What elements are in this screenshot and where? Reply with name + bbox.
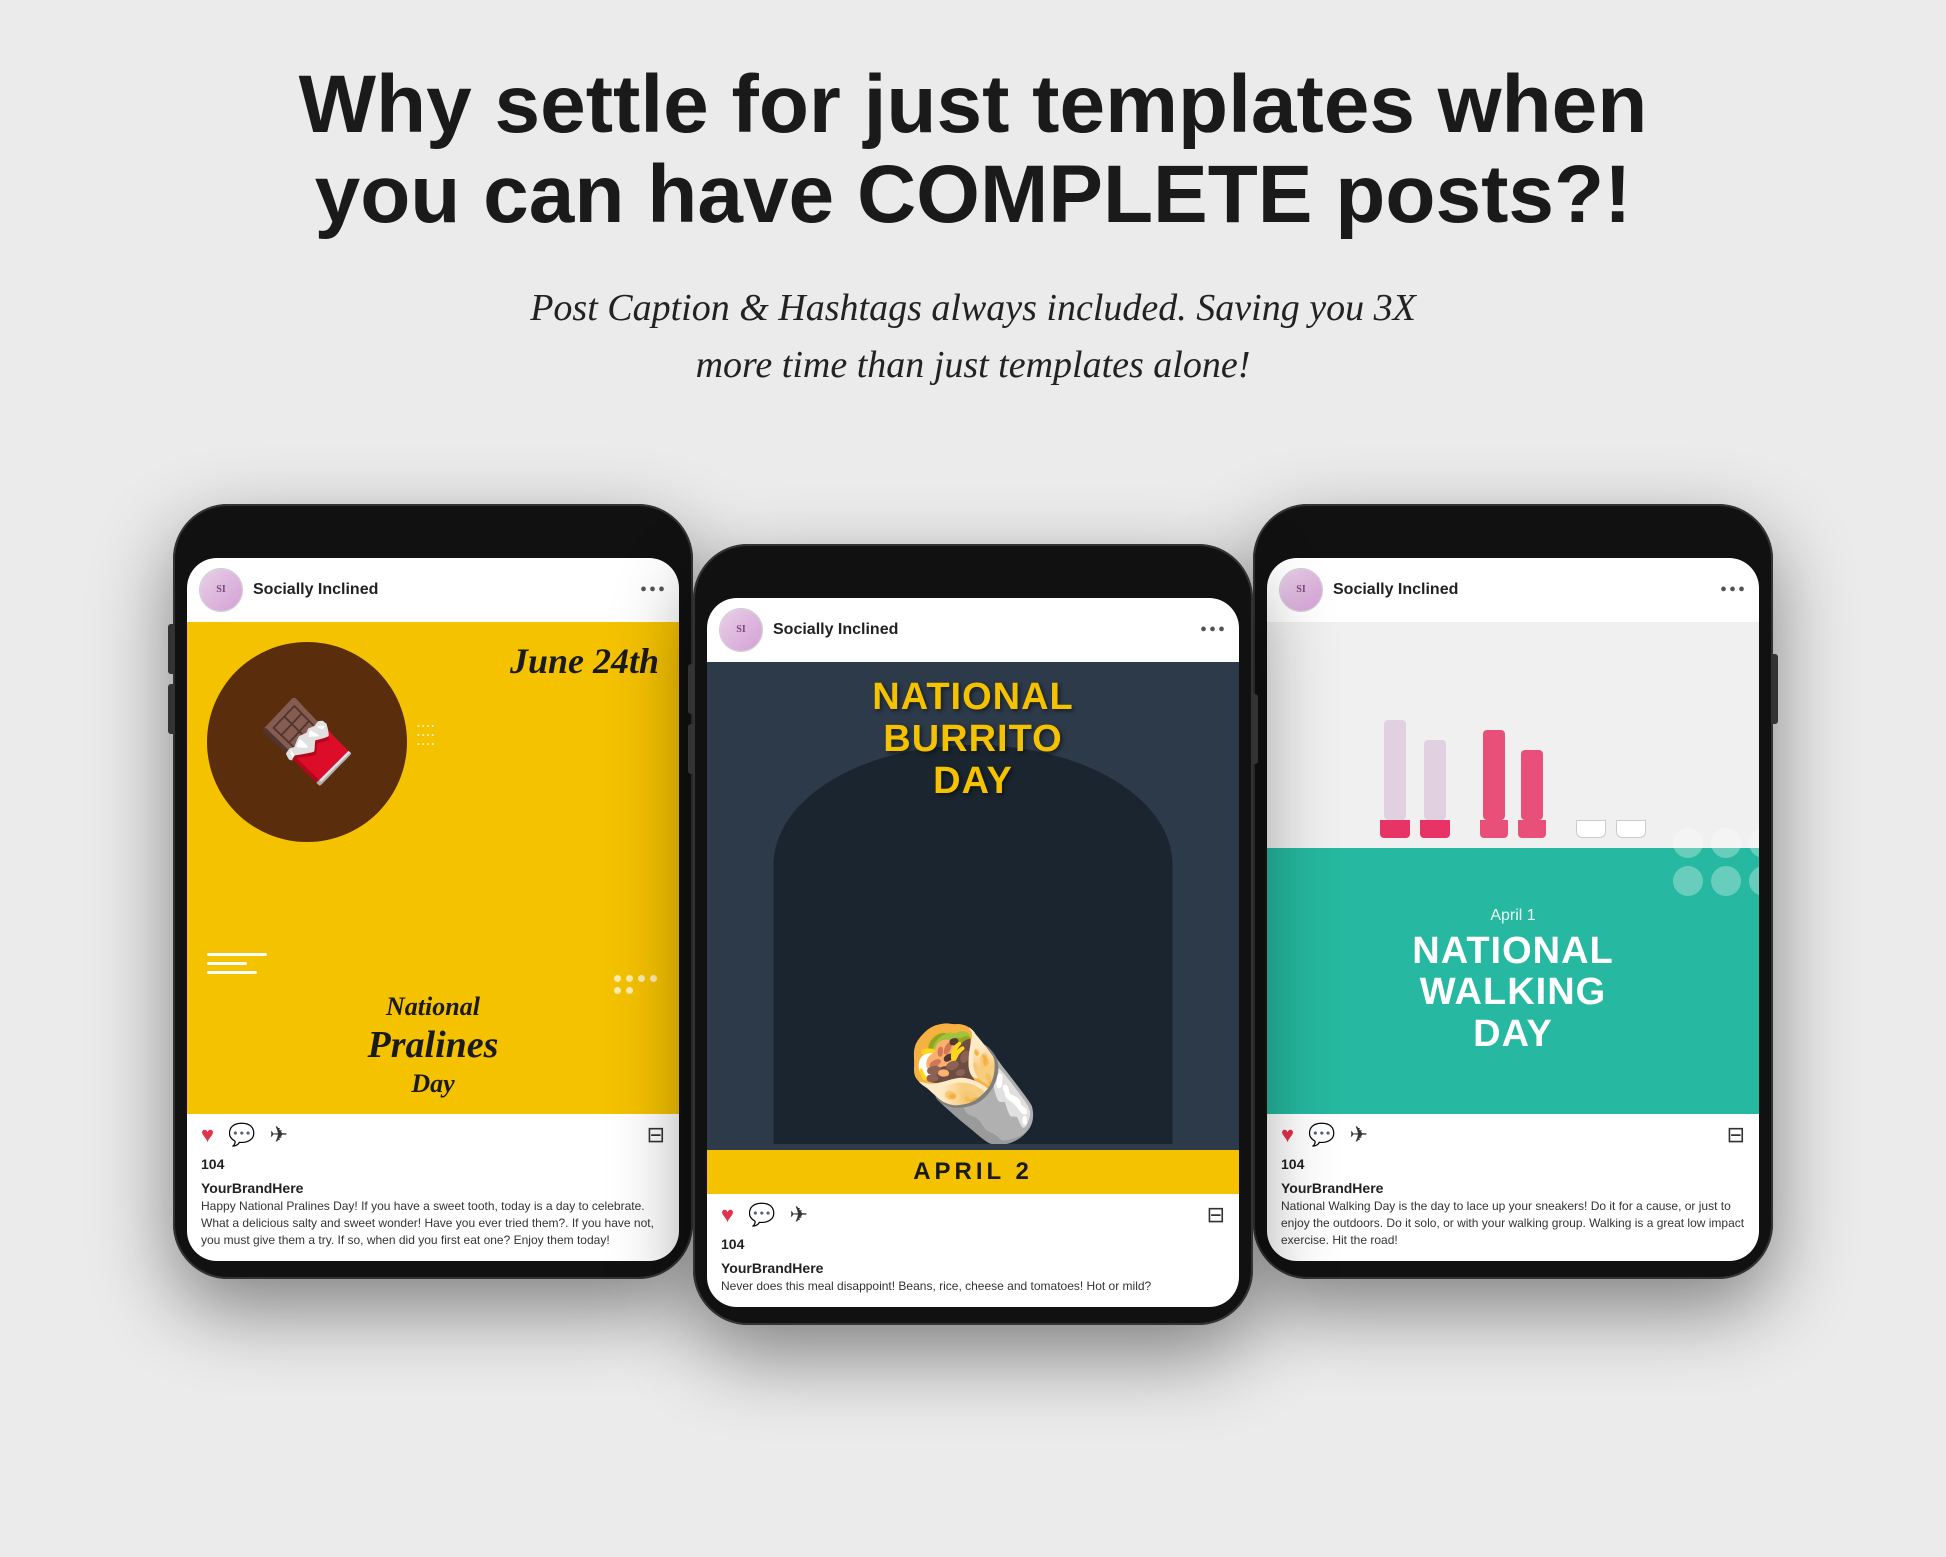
avatar-right: SI [1279, 568, 1323, 612]
subheadline: Post Caption & Hashtags always included.… [523, 280, 1423, 394]
ig-brand-mid: YourBrandHere [721, 1260, 1225, 1276]
heart-icon[interactable]: ♥ [201, 1122, 214, 1148]
ig-caption-text-mid: Never does this meal disappoint! Beans, … [721, 1278, 1225, 1295]
phone-volume-up [168, 624, 173, 674]
phone-power-button-mid [1253, 694, 1258, 764]
phone-notch-mid [893, 562, 1053, 590]
page-container: Why settle for just templates when you c… [0, 0, 1946, 1557]
ig-username-right: Socially Inclined [1333, 581, 1710, 599]
burrito-date: APRIL 2 [707, 1150, 1239, 1194]
walking-legs-figures [1380, 720, 1646, 848]
bookmark-icon-right[interactable]: ⊟ [1727, 1122, 1745, 1148]
walker-3 [1576, 725, 1646, 838]
walking-day-title: NATIONALWALKINGDAY [1412, 931, 1614, 1056]
phone-screen-right: SI Socially Inclined ••• [1267, 558, 1759, 1260]
post-image-walking: April 1 NATIONALWALKINGDAY [1267, 622, 1759, 1114]
walking-background: April 1 NATIONALWALKINGDAY [1267, 622, 1759, 1114]
bookmark-icon-mid[interactable]: ⊟ [1207, 1202, 1225, 1228]
phone-notch [353, 522, 513, 550]
burrito-title: NATIONAL BURRITO DAY [707, 677, 1239, 802]
post-image-pralines: 🍫 • • • •• • • •• • • • June 24th Nation… [187, 622, 679, 1114]
ig-more-icon-mid[interactable]: ••• [1200, 619, 1227, 642]
pralines-lines-decoration [207, 953, 267, 974]
phone-notch-right [1433, 522, 1593, 550]
ig-likes: 104 [187, 1156, 679, 1176]
ig-likes-right: 104 [1267, 1156, 1759, 1176]
decorative-dots: • • • •• • • •• • • • [417, 722, 497, 749]
phone-middle: SI Socially Inclined ••• 🌯 NATIONAL [693, 544, 1253, 1325]
share-icon[interactable]: ✈ [269, 1122, 287, 1148]
share-icon-right[interactable]: ✈ [1349, 1122, 1367, 1148]
ig-username-mid: Socially Inclined [773, 621, 1190, 639]
pralines-name: National Pralines Day [187, 991, 679, 1099]
pralines-circle: 🍫 [207, 642, 407, 842]
pralines-dots-decoration [614, 975, 664, 994]
ig-caption-text-right: National Walking Day is the day to lace … [1281, 1198, 1745, 1248]
ig-more-icon[interactable]: ••• [640, 579, 667, 602]
bookmark-icon[interactable]: ⊟ [647, 1122, 665, 1148]
pralines-background: 🍫 • • • •• • • •• • • • June 24th Nation… [187, 622, 679, 1114]
comment-icon-mid[interactable]: 💬 [748, 1202, 775, 1228]
walking-legs-section [1267, 622, 1759, 848]
ig-actions: ♥ 💬 ✈ ⊟ [187, 1114, 679, 1156]
ig-caption-right: YourBrandHere National Walking Day is th… [1267, 1176, 1759, 1260]
ig-caption-text: Happy National Pralines Day! If you have… [201, 1198, 665, 1248]
ig-header-right: SI Socially Inclined ••• [1267, 558, 1759, 622]
walking-text-section: April 1 NATIONALWALKINGDAY [1267, 848, 1759, 1114]
ig-more-icon-right[interactable]: ••• [1720, 579, 1747, 602]
ig-caption: YourBrandHere Happy National Pralines Da… [187, 1176, 679, 1260]
phone-right: SI Socially Inclined ••• [1253, 504, 1773, 1278]
comment-icon[interactable]: 💬 [228, 1122, 255, 1148]
ig-brand: YourBrandHere [201, 1180, 665, 1196]
phone-screen-left: SI Socially Inclined ••• 🍫 • • • •• • • … [187, 558, 679, 1260]
share-icon-mid[interactable]: ✈ [789, 1202, 807, 1228]
heart-icon-right[interactable]: ♥ [1281, 1122, 1294, 1148]
walking-date: April 1 [1490, 907, 1535, 925]
phone-left: SI Socially Inclined ••• 🍫 • • • •• • • … [173, 504, 693, 1278]
ig-header: SI Socially Inclined ••• [187, 558, 679, 622]
ig-actions-right: ♥ 💬 ✈ ⊟ [1267, 1114, 1759, 1156]
phone-volume-down [168, 684, 173, 734]
comment-icon-right[interactable]: 💬 [1308, 1122, 1335, 1148]
avatar-mid: SI [719, 608, 763, 652]
burrito-background: 🌯 NATIONAL BURRITO DAY APRIL 2 [707, 662, 1239, 1194]
phone-volume-up-mid [688, 664, 693, 714]
walker-1 [1380, 720, 1450, 838]
ig-likes-mid: 104 [707, 1236, 1239, 1256]
ig-actions-mid: ♥ 💬 ✈ ⊟ [707, 1194, 1239, 1236]
ig-username: Socially Inclined [253, 581, 630, 599]
phone-screen-middle: SI Socially Inclined ••• 🌯 NATIONAL [707, 598, 1239, 1307]
ig-header-mid: SI Socially Inclined ••• [707, 598, 1239, 662]
pralines-title: June 24th [510, 640, 659, 682]
heart-icon-mid[interactable]: ♥ [721, 1202, 734, 1228]
walker-2 [1480, 730, 1546, 838]
phones-row: SI Socially Inclined ••• 🍫 • • • •• • • … [80, 464, 1866, 1325]
ig-caption-mid: YourBrandHere Never does this meal disap… [707, 1256, 1239, 1307]
ig-brand-right: YourBrandHere [1281, 1180, 1745, 1196]
avatar: SI [199, 568, 243, 612]
walking-circles-decoration [1673, 828, 1759, 896]
burrito-arch: 🌯 [774, 745, 1173, 1144]
phone-volume-down-mid [688, 724, 693, 774]
post-image-burrito: 🌯 NATIONAL BURRITO DAY APRIL 2 [707, 662, 1239, 1194]
burrito-food-icon: 🌯 [905, 1020, 1042, 1144]
chocolate-icon: 🍫 [257, 695, 357, 789]
pralines-date: June 24th [510, 640, 659, 682]
main-headline: Why settle for just templates when you c… [299, 60, 1648, 240]
phone-power-button-right [1773, 654, 1778, 724]
